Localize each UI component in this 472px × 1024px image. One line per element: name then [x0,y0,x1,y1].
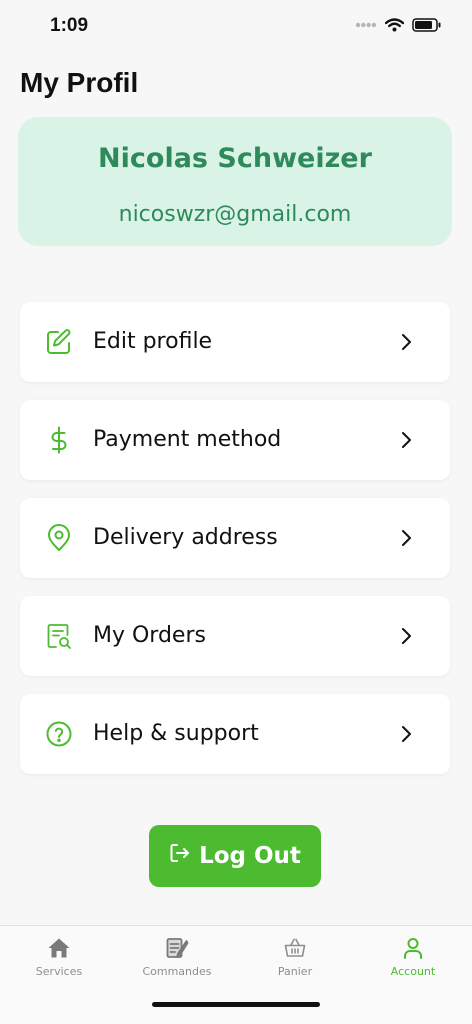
chevron-right-icon [400,430,414,450]
logout-button[interactable]: Log Out [149,825,321,887]
tab-services[interactable]: Services [0,926,118,996]
chevron-right-icon [400,332,414,352]
profile-card: Nicolas Schweizer nicoswzr@gmail.com [18,117,452,246]
tab-panier[interactable]: Panier [236,926,354,996]
orders-icon [165,936,189,960]
dollar-icon [45,426,73,454]
menu-item-label: Help & support [93,721,259,746]
menu-item-payment-method[interactable]: Payment method [20,400,450,480]
status-bar: 1:09 [0,0,472,54]
menu-item-edit-profile[interactable]: Edit profile [20,302,450,382]
home-indicator[interactable] [152,1002,320,1007]
menu-item-label: Edit profile [93,329,213,354]
tab-label: Panier [277,965,313,978]
profile-name: Nicolas Schweizer [98,143,372,174]
edit-icon [45,328,73,356]
menu-item-label: Delivery address [93,525,278,550]
tab-account[interactable]: Account [354,926,472,996]
status-icons [355,18,442,32]
battery-icon [412,18,442,32]
signal-dots-icon [355,22,377,28]
tab-label: Services [35,965,83,978]
menu-item-label: Payment method [93,427,282,452]
tab-bar: Services Commandes Panier Account [0,925,472,1024]
tab-label: Account [390,965,436,978]
status-time: 1:09 [50,15,89,36]
chevron-right-icon [400,724,414,744]
basket-icon [283,936,307,960]
wifi-icon [385,18,404,32]
menu-item-help-support[interactable]: Help & support [20,694,450,774]
menu-item-my-orders[interactable]: My Orders [20,596,450,676]
logout-icon [169,842,191,870]
profile-email: nicoswzr@gmail.com [118,202,352,227]
page-title: My Profil [20,67,139,98]
orders-search-icon [45,622,73,650]
menu-item-label: My Orders [93,623,206,648]
location-pin-icon [45,524,73,552]
menu-item-delivery-address[interactable]: Delivery address [20,498,450,578]
tab-label: Commandes [142,965,212,978]
help-icon [45,720,73,748]
home-icon [47,936,71,960]
chevron-right-icon [400,626,414,646]
chevron-right-icon [400,528,414,548]
user-icon [401,936,425,960]
tab-commandes[interactable]: Commandes [118,926,236,996]
profile-screen: 1:09 My Profil Nicolas Schweizer nicoswz… [0,0,472,1024]
logout-label: Log Out [199,843,301,869]
